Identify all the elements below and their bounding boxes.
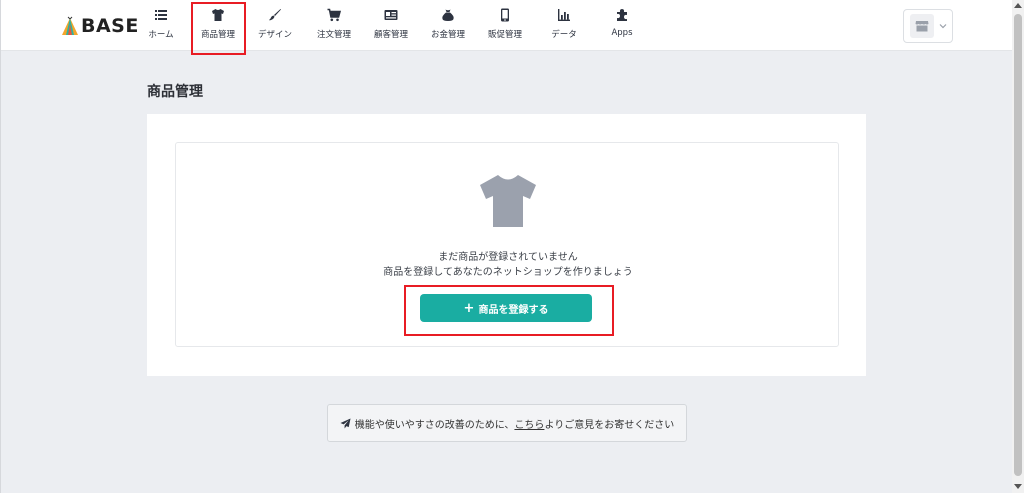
feedback-prefix: 機能や使いやすさの改善のために、 (354, 419, 515, 431)
shop-switcher-button[interactable] (903, 9, 953, 43)
scroll-down-arrow-icon[interactable] (1014, 484, 1022, 489)
money-bag-icon (442, 9, 454, 21)
paper-plane-icon (340, 417, 351, 429)
feedback-suffix: よりご意見をお寄せください (544, 419, 675, 431)
feedback-link[interactable]: こちら (514, 416, 544, 431)
empty-message-line2: 商品を登録してあなたのネットショップを作りましょう (383, 267, 633, 278)
base-logo[interactable]: BASE (61, 14, 139, 38)
nav-customers[interactable]: 顧客管理 (364, 8, 418, 44)
shop-thumbnail (910, 14, 934, 38)
scroll-thumb[interactable] (1014, 14, 1022, 476)
bar-chart-icon (558, 9, 570, 21)
nav-home-label: ホーム (148, 30, 174, 40)
chevron-down-icon (939, 24, 947, 29)
empty-message-line1: まだ商品が登録されていません (438, 252, 578, 263)
nav-orders[interactable]: 注文管理 (307, 8, 361, 44)
top-header: BASE ホーム 商品管理 デザイン 注文管理 顧客管理 お金管理 販促管理 デ… (1, 0, 1013, 51)
tshirt-icon (480, 175, 536, 227)
products-card: まだ商品が登録されていません 商品を登録してあなたのネットショップを作りましょう (147, 114, 866, 376)
cart-icon (327, 8, 341, 22)
add-button-highlight (404, 285, 614, 336)
brand-name: BASE (81, 15, 139, 37)
smartphone-icon (501, 8, 509, 22)
brush-icon (269, 9, 281, 21)
nav-promotion-label: 販促管理 (487, 30, 522, 40)
nav-design-label: デザイン (257, 30, 292, 40)
scroll-up-arrow-icon[interactable] (1014, 3, 1022, 8)
nav-customers-label: 顧客管理 (373, 30, 408, 40)
store-icon (915, 21, 929, 32)
nav-data-label: データ (551, 30, 577, 40)
nav-money-label: お金管理 (430, 30, 465, 40)
feedback-box: 機能や使いやすさの改善のために、 こちら よりご意見をお寄せください (327, 404, 687, 442)
nav-home[interactable]: ホーム (134, 8, 188, 44)
nav-orders-label: 注文管理 (316, 30, 351, 40)
list-icon (155, 10, 167, 20)
nav-promotion[interactable]: 販促管理 (478, 8, 532, 44)
page-title: 商品管理 (147, 84, 203, 100)
tent-logo-icon (62, 16, 78, 35)
id-card-icon (384, 10, 398, 20)
page-scrollbar[interactable] (1012, 0, 1024, 493)
nav-apps[interactable]: Apps (595, 8, 649, 44)
nav-money[interactable]: お金管理 (421, 8, 475, 44)
nav-apps-label: Apps (611, 28, 633, 38)
nav-design[interactable]: デザイン (248, 8, 302, 44)
app-frame: BASE ホーム 商品管理 デザイン 注文管理 顧客管理 お金管理 販促管理 デ… (0, 0, 1013, 493)
nav-data[interactable]: データ (537, 8, 591, 44)
puzzle-icon (617, 9, 627, 21)
nav-products-highlight (191, 2, 246, 55)
